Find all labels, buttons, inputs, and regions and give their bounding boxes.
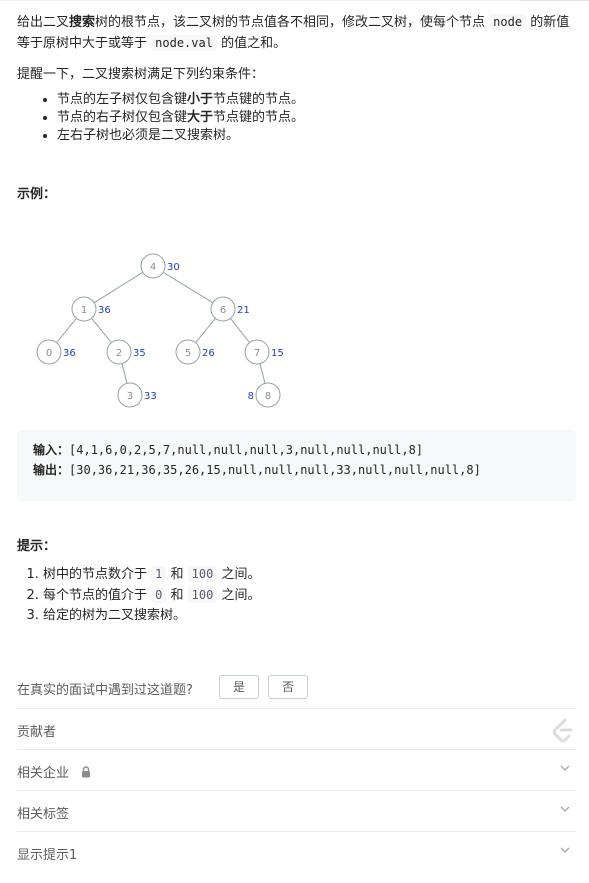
top-divider bbox=[0, 0, 589, 1]
inline-code: node.val bbox=[151, 35, 217, 51]
section-label: 相关企业 bbox=[17, 766, 70, 781]
tree-edge bbox=[195, 317, 216, 344]
text: 树的根节点，该二叉树的节点值各不相同，修改二叉树，使每个节点 bbox=[95, 15, 490, 30]
chevron-down-icon[interactable] bbox=[560, 804, 570, 814]
inline-code: node bbox=[489, 14, 527, 30]
no-button[interactable]: 否 bbox=[268, 675, 308, 699]
list-item: 给定的树为二叉搜索树。 bbox=[43, 606, 260, 626]
constraint-list: 节点的左子树仅包含键小于节点键的节点。 节点的右子树仅包含键大于节点键的节点。 … bbox=[17, 91, 577, 145]
output-label: 输出： bbox=[33, 463, 70, 477]
tree-node-value: 2 bbox=[116, 348, 122, 359]
tree-node-sum: 8 bbox=[248, 391, 254, 402]
input-value: [4,1,6,0,2,5,7,null,null,null,3,null,nul… bbox=[69, 443, 424, 457]
tree-node-value: 6 bbox=[220, 305, 226, 316]
tree-node-value: 0 bbox=[46, 348, 52, 359]
tree-node-value: 3 bbox=[127, 391, 133, 402]
problem-description: 给出二叉搜索树的根节点，该二叉树的节点值各不相同，修改二叉树，使每个节点 nod… bbox=[17, 12, 577, 863]
tree-node-sum: 26 bbox=[202, 348, 215, 359]
tree-node-value: 8 bbox=[265, 391, 271, 402]
yes-button[interactable]: 是 bbox=[219, 675, 259, 699]
tree-node-value: 4 bbox=[150, 262, 156, 273]
list-item: 节点的左子树仅包含键小于节点键的节点。 bbox=[57, 91, 577, 109]
top-divider-right bbox=[520, 0, 589, 1]
list-item: 每个节点的值介于 0 和 100 之间。 bbox=[43, 585, 260, 606]
section-related-companies[interactable]: 相关企业 bbox=[17, 749, 576, 791]
tree-node-sum: 21 bbox=[237, 305, 250, 316]
list-item: 节点的右子树仅包含键大于节点键的节点。 bbox=[57, 109, 577, 127]
hints-title: 提示： bbox=[17, 539, 57, 554]
section-label: 相关标签 bbox=[17, 807, 70, 822]
input-row: 输入：[4,1,6,0,2,5,7,null,null,null,3,null,… bbox=[33, 440, 560, 460]
tree-edge bbox=[91, 317, 112, 344]
example-code-block: 输入：[4,1,6,0,2,5,7,null,null,null,3,null,… bbox=[17, 430, 576, 501]
tree-edge bbox=[121, 363, 128, 384]
tree-node-sum: 36 bbox=[98, 305, 111, 316]
section-label: 显示提示1 bbox=[17, 848, 78, 863]
interview-faq: 在真实的面试中遇到过这道题? 是 否 bbox=[17, 674, 576, 702]
tree-node-sum: 36 bbox=[63, 348, 76, 359]
example-tree-diagram: 4 30 1 36 6 21 0 36 2 35 5 26 7 15 3 33 8 8 bbox=[17, 237, 317, 417]
section-label: 贡献者 bbox=[17, 725, 57, 740]
section-contributors[interactable]: 贡献者 bbox=[17, 708, 576, 750]
chevron-down-icon[interactable] bbox=[560, 845, 570, 855]
tree-node-value: 5 bbox=[185, 348, 191, 359]
list-item: 树中的节点数介于 1 和 100 之间。 bbox=[43, 564, 260, 585]
list-item: 左右子树也必须是二叉搜索树。 bbox=[57, 127, 577, 145]
tree-svg: 4 301 36 6 210 36 2 35 5 26 7 153 33 88 bbox=[36, 253, 284, 408]
section-show-hint-1[interactable]: 显示提示1 bbox=[17, 831, 576, 873]
output-value: [30,36,21,36,35,26,15,null,null,null,33,… bbox=[69, 463, 481, 477]
example-title: 示例： bbox=[17, 187, 57, 202]
chevron-down-icon[interactable] bbox=[560, 763, 570, 773]
lock-icon bbox=[82, 766, 90, 778]
tree-edge bbox=[56, 317, 77, 344]
tree-node-sum: 30 bbox=[167, 262, 180, 273]
tree-edge bbox=[230, 318, 250, 343]
tree-node-sum: 15 bbox=[271, 348, 284, 359]
leetcode-logo-icon bbox=[552, 718, 573, 743]
text: 给出二叉 bbox=[17, 15, 70, 30]
tree-node-value: 1 bbox=[81, 305, 87, 316]
tree-node-sum: 33 bbox=[144, 391, 157, 402]
tree-edge bbox=[259, 363, 266, 384]
tree-edge bbox=[162, 271, 214, 304]
section-related-tags[interactable]: 相关标签 bbox=[17, 790, 576, 832]
description-paragraph: 给出二叉搜索树的根节点，该二叉树的节点值各不相同，修改二叉树，使每个节点 nod… bbox=[17, 12, 577, 54]
tree-edge bbox=[93, 271, 144, 304]
reminder-text: 提醒一下，二叉搜索树满足下列约束条件： bbox=[17, 67, 265, 82]
tree-node-value: 7 bbox=[254, 348, 260, 359]
input-label: 输入： bbox=[33, 443, 70, 457]
hints-list: 树中的节点数介于 1 和 100 之间。 每个节点的值介于 0 和 100 之间… bbox=[17, 564, 260, 626]
tree-node-sum: 35 bbox=[133, 348, 146, 359]
output-row: 输出：[30,36,21,36,35,26,15,null,null,null,… bbox=[33, 460, 560, 480]
faq-question: 在真实的面试中遇到过这道题? bbox=[17, 683, 193, 698]
text: 的值之和。 bbox=[216, 36, 287, 51]
bold-text: 搜索 bbox=[69, 15, 96, 30]
